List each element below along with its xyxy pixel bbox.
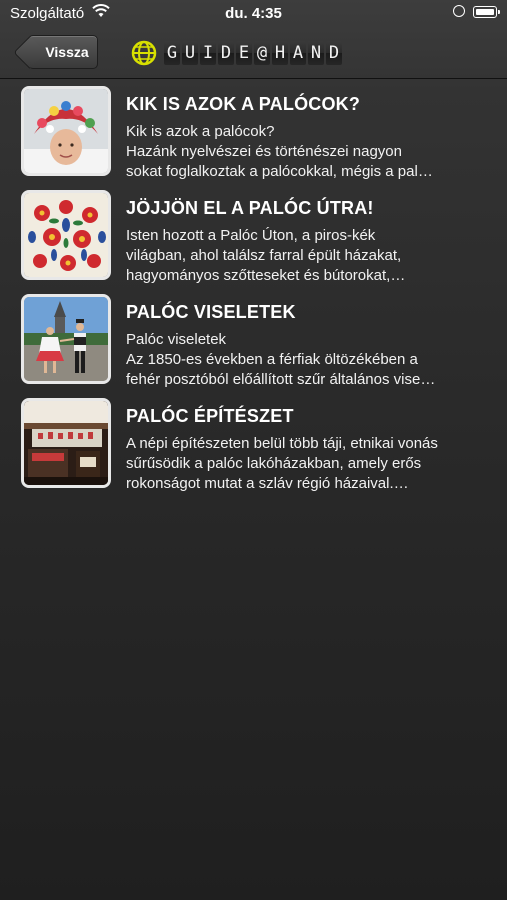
navbar-divider (0, 78, 507, 79)
article-list: KIK IS AZOK A PALÓCOK? Kik is azok a pal… (0, 84, 507, 500)
logo-letter: D (326, 41, 342, 65)
rotation-lock-icon (453, 5, 465, 17)
dancers-in-costume-thumbnail (21, 294, 111, 384)
list-item[interactable]: KIK IS AZOK A PALÓCOK? Kik is azok a pal… (0, 84, 507, 188)
excerpt-line: sűrűsödik a palóc lakóházakban, amely er… (126, 455, 422, 472)
logo-text: G U I D E @ H A N D (164, 41, 344, 65)
item-excerpt: Kik is azok a palócok? Hazánk nyelvészei… (126, 122, 491, 182)
list-item[interactable]: JÖJJÖN EL A PALÓC ÚTRA! Isten hozott a P… (0, 188, 507, 292)
excerpt-line: Kik is azok a palócok? (126, 123, 275, 140)
battery-icon (473, 6, 500, 18)
logo-letter: I (200, 41, 216, 65)
excerpt-line: Isten hozott a Palóc Úton, a piros-kék (126, 227, 376, 244)
status-bar: Szolgáltató du. 4:35 (0, 0, 507, 28)
back-button-label: Vissza (45, 44, 89, 60)
item-title: JÖJJÖN EL A PALÓC ÚTRA! (126, 198, 374, 218)
item-excerpt: Isten hozott a Palóc Úton, a piros-kék v… (126, 226, 491, 286)
item-excerpt: Palóc viseletek Az 1850-es években a fér… (126, 330, 491, 390)
logo-letter: @ (254, 41, 270, 65)
globe-logo-icon (131, 40, 157, 66)
excerpt-line: Hazánk nyelvészei és történészei nagyon (126, 143, 402, 160)
excerpt-line: A népi építészeten belül több táji, etni… (126, 435, 438, 452)
logo-letter: H (272, 41, 288, 65)
item-title: KIK IS AZOK A PALÓCOK? (126, 94, 361, 114)
girl-in-folk-headdress-thumbnail (21, 86, 111, 176)
item-excerpt: A népi építészeten belül több táji, etni… (126, 434, 491, 494)
folk-embroidery-thumbnail (21, 190, 111, 280)
logo-letter: D (218, 41, 234, 65)
logo-letter: E (236, 41, 252, 65)
back-button[interactable]: Vissza (28, 35, 98, 69)
excerpt-line: világban, ahol találsz farral épült háza… (126, 247, 402, 264)
logo-letter: N (308, 41, 324, 65)
item-title: PALÓC VISELETEK (126, 302, 296, 322)
excerpt-line: hagyományos szőtteseket és bútorokat,… (126, 267, 406, 284)
excerpt-line: rokonságot mutat a szláv régió házaival.… (126, 475, 409, 492)
logo-letter: A (290, 41, 306, 65)
list-item[interactable]: PALÓC ÉPÍTÉSZET A népi építészeten belül… (0, 396, 507, 500)
list-item[interactable]: PALÓC VISELETEK Palóc viseletek Az 1850-… (0, 292, 507, 396)
guide-at-hand-logo: G U I D E @ H A N D (130, 38, 344, 68)
excerpt-line: sokat foglalkoztak a palócokkal, mégis a… (126, 163, 433, 180)
logo-letter: U (182, 41, 198, 65)
navigation-bar: Vissza G U I D E @ H A N D (0, 28, 507, 78)
logo-letter: G (164, 41, 180, 65)
clock: du. 4:35 (225, 5, 282, 22)
excerpt-line: Az 1850-es években a férfiak öltözékében… (126, 351, 418, 368)
house-interior-thumbnail (21, 398, 111, 488)
excerpt-line: Palóc viseletek (126, 331, 227, 348)
excerpt-line: fehér posztóból előállított szűr általán… (126, 371, 436, 388)
item-title: PALÓC ÉPÍTÉSZET (126, 406, 294, 426)
